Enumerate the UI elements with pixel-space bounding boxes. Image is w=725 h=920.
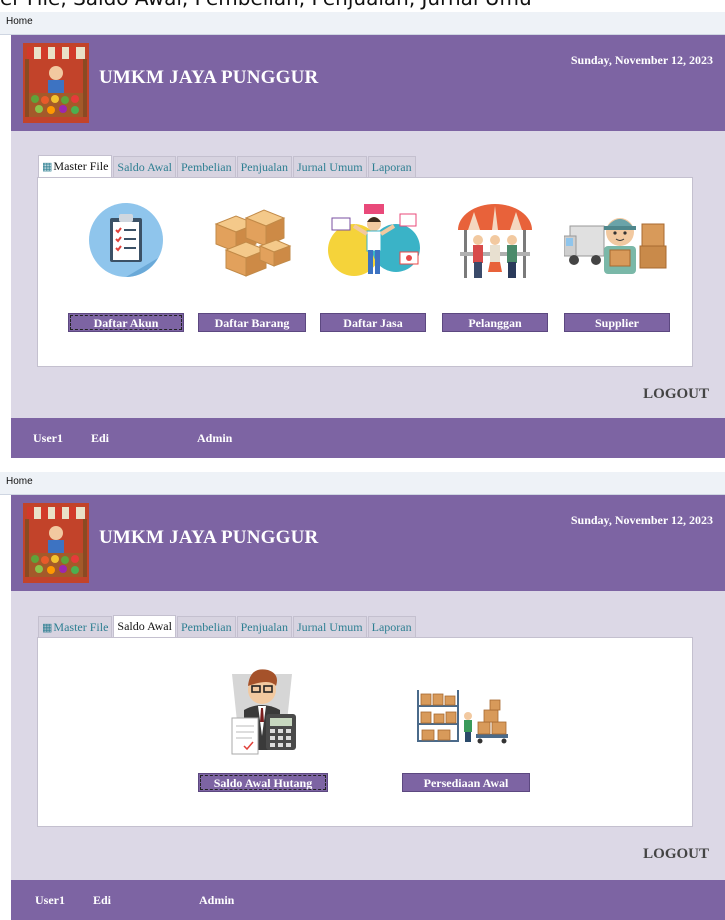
title-bar: Home (0, 12, 725, 35)
customers-icon[interactable] (454, 202, 536, 282)
supplier-button[interactable]: Supplier (564, 313, 670, 332)
app-title: UMKM JAYA PUNGGUR (99, 527, 319, 548)
app-title: UMKM JAYA PUNGGUR (99, 67, 319, 88)
footer-role: Admin (199, 893, 235, 907)
daftar-akun-button[interactable]: Daftar Akun (68, 313, 184, 332)
current-date: Sunday, November 12, 2023 (570, 513, 713, 527)
logout-link[interactable]: LOGOUT (643, 846, 709, 863)
tab-jurnal-umum[interactable]: Jurnal Umum (292, 156, 367, 177)
tab-strip: ▦Master File Saldo Awal Pembelian Penjua… (38, 615, 417, 638)
tab-label: Master File (53, 159, 109, 173)
tab-penjualan[interactable]: Penjualan (236, 616, 292, 637)
clipboard-checklist-icon[interactable] (88, 202, 164, 278)
persediaan-awal-button[interactable]: Persediaan Awal (402, 773, 530, 792)
warehouse-inventory-icon[interactable] (414, 686, 514, 744)
logout-link[interactable]: LOGOUT (643, 386, 709, 403)
market-stall-logo-icon (23, 43, 89, 123)
boxes-icon[interactable] (206, 204, 292, 278)
delivery-courier-icon[interactable] (564, 206, 668, 276)
tab-master-file[interactable]: ▦Master File (38, 155, 113, 178)
daftar-jasa-button[interactable]: Daftar Jasa (320, 313, 426, 332)
tab-pembelian[interactable]: Pembelian (176, 156, 236, 177)
document-caption-fragment: er File, Saldo Awal, Pembelian, Penjuala… (0, 0, 725, 12)
app-header: UMKM JAYA PUNGGUR Sunday, November 12, 2… (11, 35, 725, 131)
window-title: Home (6, 476, 33, 487)
saldo-awal-panel: Saldo Awal Hutang Persediaan Awal (37, 637, 693, 827)
tab-saldo-awal[interactable]: Saldo Awal (113, 615, 176, 638)
tab-penjualan[interactable]: Penjualan (236, 156, 292, 177)
service-worker-icon[interactable] (324, 200, 424, 282)
title-bar: Home (0, 472, 725, 495)
tab-pembelian[interactable]: Pembelian (176, 616, 236, 637)
master-file-panel: Daftar Akun Daftar Barang Daftar Jasa Pe… (37, 177, 693, 367)
footer-name: Edi (93, 893, 112, 907)
tab-strip: ▦Master File Saldo Awal Pembelian Penjua… (38, 155, 417, 178)
footer-role: Admin (197, 431, 233, 445)
status-footer: User1 Edi Admin (11, 880, 725, 920)
accountant-icon[interactable] (222, 664, 302, 764)
window-title: Home (6, 16, 33, 27)
status-footer: User1 Edi Admin (11, 418, 725, 458)
pelanggan-button[interactable]: Pelanggan (442, 313, 548, 332)
market-stall-logo-icon (23, 503, 89, 583)
app-frame: UMKM JAYA PUNGGUR Sunday, November 12, 2… (11, 495, 725, 920)
tab-label: Master File (53, 620, 109, 634)
table-icon: ▦ (42, 622, 53, 634)
app-header: UMKM JAYA PUNGGUR Sunday, November 12, 2… (11, 495, 725, 591)
home-window-master-file: Home UMKM JAYA PUNGGUR Sunday, November … (0, 12, 725, 458)
home-window-saldo-awal: Home UMKM JAYA PUNGGUR Sunday, November … (0, 472, 725, 920)
table-icon: ▦ (42, 161, 53, 173)
footer-username: User1 (33, 431, 63, 445)
tab-saldo-awal[interactable]: Saldo Awal (113, 156, 176, 177)
daftar-barang-button[interactable]: Daftar Barang (198, 313, 306, 332)
saldo-awal-hutang-button[interactable]: Saldo Awal Hutang (198, 773, 328, 792)
tab-jurnal-umum[interactable]: Jurnal Umum (292, 616, 367, 637)
footer-username: User1 (35, 893, 65, 907)
footer-name: Edi (91, 431, 110, 445)
tab-master-file[interactable]: ▦Master File (38, 616, 113, 637)
current-date: Sunday, November 12, 2023 (570, 53, 713, 67)
tab-laporan[interactable]: Laporan (367, 616, 416, 637)
tab-laporan[interactable]: Laporan (367, 156, 416, 177)
app-frame: UMKM JAYA PUNGGUR Sunday, November 12, 2… (11, 35, 725, 458)
